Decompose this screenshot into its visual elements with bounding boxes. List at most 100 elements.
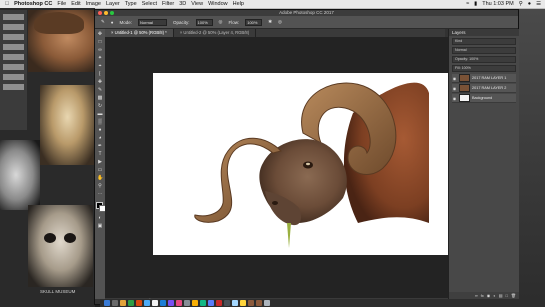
menu-image[interactable]: Image: [86, 1, 101, 7]
shape-tool-icon[interactable]: ▭: [97, 168, 103, 173]
finder-dock-icon[interactable]: [104, 300, 110, 306]
battery-icon[interactable]: ▮: [474, 1, 477, 7]
history-brush-tool-icon[interactable]: ↻: [97, 104, 103, 109]
brush-tool-icon[interactable]: ✎: [97, 88, 103, 93]
zoom-window-icon[interactable]: [110, 11, 114, 15]
layer-name[interactable]: 2017 RAM LAYER 2: [472, 86, 516, 90]
pen-tool-icon[interactable]: ✒: [97, 144, 103, 149]
menu-edit[interactable]: Edit: [71, 1, 80, 7]
dodge-tool-icon[interactable]: ◕: [97, 136, 103, 141]
pressure-size-icon[interactable]: ◎: [278, 19, 282, 25]
lasso-tool-icon[interactable]: ∞: [97, 48, 103, 53]
screen-mode-icon[interactable]: ▣: [97, 224, 103, 229]
app-dock-icon[interactable]: [216, 300, 222, 306]
link-layers-icon[interactable]: ∞: [475, 293, 478, 298]
layer-style-icon[interactable]: fx: [481, 293, 484, 298]
app-dock-icon[interactable]: [144, 300, 150, 306]
quick-select-tool-icon[interactable]: ✦: [97, 56, 103, 61]
new-group-icon[interactable]: ▤: [499, 293, 503, 298]
blur-tool-icon[interactable]: ●: [97, 128, 103, 133]
layer-fill-field[interactable]: Fill: 100%: [452, 65, 516, 72]
wifi-icon[interactable]: ≈: [466, 1, 469, 7]
mode-select[interactable]: Normal: [138, 18, 168, 26]
layer-opacity-field[interactable]: Opacity: 100%: [452, 56, 516, 63]
document-canvas[interactable]: [153, 73, 457, 255]
apple-icon[interactable]: : [5, 1, 9, 7]
clone-stamp-tool-icon[interactable]: ▩: [97, 96, 103, 101]
app-dock-icon[interactable]: [208, 300, 214, 306]
notification-list-icon[interactable]: ☰: [536, 1, 541, 7]
layer-filter-kind[interactable]: Kind: [452, 38, 516, 45]
app-dock-icon[interactable]: [176, 300, 182, 306]
app-dock-icon[interactable]: [192, 300, 198, 306]
airbrush-icon[interactable]: ✱: [268, 19, 272, 25]
delete-layer-icon[interactable]: 🗑: [511, 293, 516, 298]
menu-window[interactable]: Window: [208, 1, 228, 7]
eyedropper-tool-icon[interactable]: ⁅: [97, 72, 103, 77]
hand-tool-icon[interactable]: ✋: [97, 176, 103, 181]
tab-untitled-1[interactable]: × Untitled-1 @ 50% (RGB/8) *: [105, 29, 174, 37]
opacity-field[interactable]: 100%: [195, 18, 213, 26]
launchpad-dock-icon[interactable]: [112, 300, 118, 306]
app-dock-icon[interactable]: [128, 300, 134, 306]
flow-field[interactable]: 100%: [245, 18, 263, 26]
trash-dock-icon[interactable]: [264, 300, 270, 306]
image-dock-icon[interactable]: [256, 300, 262, 306]
layer-row[interactable]: ◉ 2017 RAM LAYER 1: [452, 74, 516, 83]
visibility-eye-icon[interactable]: ◉: [452, 86, 457, 91]
app-dock-icon[interactable]: [136, 300, 142, 306]
eraser-tool-icon[interactable]: ▬: [97, 112, 103, 117]
menu-help[interactable]: Help: [233, 1, 244, 7]
photoshop-dock-icon[interactable]: [160, 300, 166, 306]
path-select-tool-icon[interactable]: ▶: [97, 160, 103, 165]
app-dock-icon[interactable]: [200, 300, 206, 306]
visibility-eye-icon[interactable]: ◉: [452, 96, 457, 101]
menu-select[interactable]: Select: [142, 1, 157, 7]
app-dock-icon[interactable]: [240, 300, 246, 306]
layer-name[interactable]: Background: [472, 96, 516, 100]
menu-type[interactable]: Type: [125, 1, 137, 7]
crop-tool-icon[interactable]: ⌖: [97, 64, 103, 69]
menu-app-name[interactable]: Photoshop CC: [14, 1, 52, 7]
minimize-window-icon[interactable]: [104, 11, 108, 15]
type-tool-icon[interactable]: T: [97, 152, 103, 157]
app-dock-icon[interactable]: [168, 300, 174, 306]
visibility-eye-icon[interactable]: ◉: [452, 76, 457, 81]
marquee-tool-icon[interactable]: □: [97, 40, 103, 45]
menu-view[interactable]: View: [191, 1, 203, 7]
app-dock-icon[interactable]: [184, 300, 190, 306]
user-avatar-icon[interactable]: ●: [528, 1, 531, 7]
menu-file[interactable]: File: [57, 1, 66, 7]
move-tool-icon[interactable]: ✥: [97, 32, 103, 37]
canvas-workspace[interactable]: [105, 37, 457, 298]
adjustment-layer-icon[interactable]: ◐: [493, 293, 495, 298]
add-mask-icon[interactable]: ◉: [487, 293, 491, 298]
gradient-tool-icon[interactable]: ▒: [97, 120, 103, 125]
blend-mode-select[interactable]: Normal: [452, 47, 516, 54]
layer-row[interactable]: ◉ 2017 RAM LAYER 2: [452, 84, 516, 93]
menu-filter[interactable]: Filter: [162, 1, 174, 7]
tab-untitled-2[interactable]: × Untitled-2 @ 50% (Layer 4, RGB/8): [174, 29, 257, 37]
menu-layer[interactable]: Layer: [106, 1, 120, 7]
more-tools-icon[interactable]: ⋯: [97, 192, 103, 197]
menu-clock[interactable]: Thu 1:03 PM: [482, 1, 514, 7]
quick-mask-icon[interactable]: ◐: [97, 216, 103, 221]
brush-tool-icon[interactable]: ✎: [101, 19, 105, 25]
layers-panel-tab[interactable]: Layers: [449, 29, 519, 36]
brush-preset-icon[interactable]: ●: [111, 20, 114, 25]
layer-name[interactable]: 2017 RAM LAYER 1: [472, 76, 516, 80]
color-swatches[interactable]: [95, 201, 106, 213]
app-dock-icon[interactable]: [232, 300, 238, 306]
image-dock-icon[interactable]: [248, 300, 254, 306]
app-dock-icon[interactable]: [152, 300, 158, 306]
app-dock-icon[interactable]: [120, 300, 126, 306]
menu-3d[interactable]: 3D: [179, 1, 186, 7]
new-layer-icon[interactable]: □: [506, 293, 508, 298]
close-window-icon[interactable]: [98, 11, 102, 15]
layer-row[interactable]: ◉ Background: [452, 94, 516, 103]
healing-tool-icon[interactable]: ✚: [97, 80, 103, 85]
zoom-tool-icon[interactable]: ⚲: [97, 184, 103, 189]
app-dock-icon[interactable]: [224, 300, 230, 306]
search-icon[interactable]: ⚲: [519, 1, 523, 7]
pressure-opacity-icon[interactable]: ◎: [219, 19, 223, 25]
